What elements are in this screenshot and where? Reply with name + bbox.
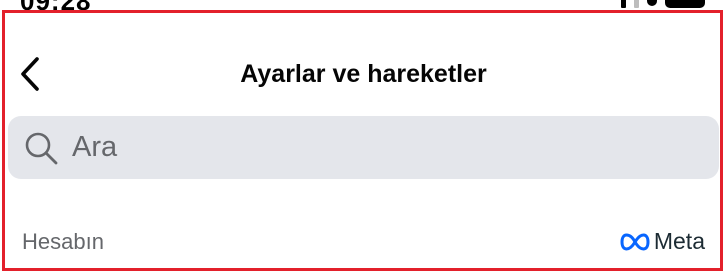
header-bar: Ayarlar ve hareketler (0, 44, 727, 104)
meta-infinity-icon (620, 233, 650, 250)
account-section-header: Hesabın Meta (0, 222, 727, 262)
battery-icon (665, 0, 705, 8)
meta-logo-text: Meta (653, 228, 705, 254)
settings-screen: 09:28 Ayarlar ve hareketler Ara Hesabın (0, 0, 727, 275)
status-bar: 09:28 (0, 0, 727, 10)
status-icons (621, 0, 705, 8)
page-title: Ayarlar ve hareketler (240, 60, 487, 88)
status-time: 09:28 (20, 0, 92, 10)
search-placeholder: Ara (72, 131, 118, 163)
signal-bar-dim-icon (634, 0, 639, 8)
signal-icon (621, 0, 626, 8)
search-icon (20, 127, 62, 169)
meta-logo: Meta (620, 228, 705, 255)
search-input[interactable]: Ara (8, 116, 719, 179)
wifi-icon (647, 0, 657, 6)
section-title: Hesabın (22, 229, 104, 254)
